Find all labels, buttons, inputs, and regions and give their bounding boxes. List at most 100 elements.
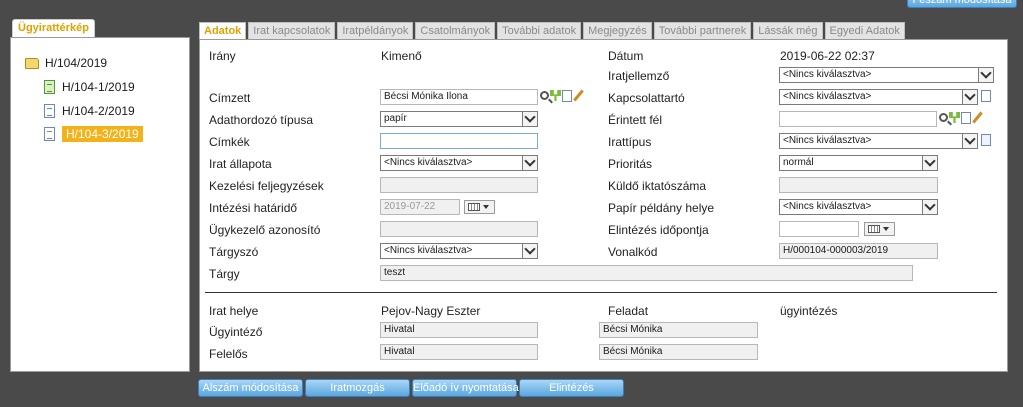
elintezes-label: Elintézés időpontja xyxy=(608,223,709,237)
calendar-picker[interactable] xyxy=(464,200,495,214)
tree-child-label: H/104-1/2019 xyxy=(62,80,135,94)
tree-body: H/104/2019 H/104-1/2019 H/104-2/2019 H/1… xyxy=(10,37,190,372)
search-icon[interactable] xyxy=(540,91,549,100)
papir-selected: <Nincs kiválasztva> xyxy=(783,201,872,212)
kezelesi-label: Kezelési feljegyzések xyxy=(209,179,324,193)
chevron-down-icon xyxy=(522,156,537,170)
tree-root-node[interactable]: H/104/2019 xyxy=(25,54,107,72)
targy-field[interactable]: teszt xyxy=(380,265,913,281)
iratjellemzo-select[interactable]: <Nincs kiválasztva> xyxy=(779,67,994,83)
kezelesi-field[interactable] xyxy=(380,177,538,193)
tab-tovabbi-partnerek[interactable]: További partnerek xyxy=(653,22,752,39)
tree-child-label: H/104-2/2019 xyxy=(62,104,135,118)
document-icon xyxy=(44,104,55,118)
felelos-field[interactable]: Hivatal xyxy=(380,344,538,360)
calendar-icon xyxy=(868,225,880,233)
ugyintezo-person-field[interactable]: Bécsi Mónika xyxy=(599,322,758,338)
divider xyxy=(205,292,997,293)
tree-icon[interactable] xyxy=(949,112,960,123)
folder-icon xyxy=(25,57,39,69)
elintezes-button[interactable]: Elintézés xyxy=(519,379,624,397)
ugykezelo-label: Ügykezelő azonosító xyxy=(209,223,321,237)
tree-child-label: H/104-3/2019 xyxy=(62,126,143,142)
tab-irat-kapcsolatok[interactable]: Irat kapcsolatok xyxy=(248,22,336,39)
prioritas-select[interactable]: normál xyxy=(779,155,938,171)
cimzett-actions xyxy=(540,89,584,102)
calendar-icon xyxy=(468,203,480,211)
irathelye-value: Pejov-Nagy Eszter xyxy=(381,304,481,318)
new-document-icon[interactable] xyxy=(562,89,572,102)
kuldo-label: Küldő iktatószáma xyxy=(608,179,707,193)
targyszo-selected: <Nincs kiválasztva> xyxy=(384,245,473,256)
targyszo-label: Tárgyszó xyxy=(209,245,259,259)
edit-icon[interactable] xyxy=(972,111,983,124)
irattipus-actions xyxy=(981,134,991,146)
targyszo-select[interactable]: <Nincs kiválasztva> xyxy=(380,243,538,259)
document-small-icon[interactable] xyxy=(981,134,991,146)
felelos-label: Felelős xyxy=(209,347,248,361)
tree-child-node-selected[interactable]: H/104-3/2019 xyxy=(44,125,143,143)
cimzett-field[interactable]: Bécsi Mónika Ilona xyxy=(380,89,538,105)
new-document-icon[interactable] xyxy=(961,111,971,124)
papir-select[interactable]: <Nincs kiválasztva> xyxy=(779,199,938,215)
irattipus-select[interactable]: <Nincs kiválasztva> xyxy=(779,133,978,149)
tree-icon[interactable] xyxy=(550,90,561,101)
kuldo-field[interactable] xyxy=(779,177,938,193)
document-green-icon xyxy=(44,80,55,94)
tree-root-label: H/104/2019 xyxy=(45,56,108,70)
tab-tovabbi-adatok[interactable]: További adatok xyxy=(497,22,582,39)
adathordozo-selected: papír xyxy=(384,113,407,124)
targy-label: Tárgy xyxy=(209,267,240,281)
felelos-person-field[interactable]: Bécsi Mónika xyxy=(599,344,758,360)
elintezes-field[interactable] xyxy=(779,221,859,237)
tree-tab[interactable]: Ügyirattérkép xyxy=(12,19,95,38)
kapcsolattarto-label: Kapcsolattartó xyxy=(608,91,685,105)
cimzett-label: Címzett xyxy=(209,91,251,105)
papir-label: Papír példány helye xyxy=(608,201,715,215)
datum-value: 2019-06-22 02:37 xyxy=(780,49,875,63)
iratjellemzo-selected: <Nincs kiválasztva> xyxy=(783,69,872,80)
chevron-down-icon xyxy=(922,200,937,214)
hatarido-field[interactable]: 2019-07-22 xyxy=(380,199,460,215)
kapcsolattarto-select[interactable]: <Nincs kiválasztva> xyxy=(779,89,978,105)
tree-panel: Ügyirattérkép H/104/2019 H/104-1/2019 H/… xyxy=(10,19,190,372)
feladat-value: ügyintézés xyxy=(780,304,838,318)
allapot-label: Irat állapota xyxy=(209,157,272,171)
prioritas-selected: normál xyxy=(783,157,814,168)
kapcsolattarto-actions xyxy=(981,90,991,102)
edit-icon[interactable] xyxy=(573,89,584,102)
chevron-down-icon xyxy=(962,90,977,104)
tree-child-node[interactable]: H/104-2/2019 xyxy=(44,102,135,120)
adathordozo-select[interactable]: papír xyxy=(380,111,538,127)
feladat-label: Feladat xyxy=(608,304,649,318)
eloado-iv-nyomtatasa-button[interactable]: Előadó ív nyomtatása xyxy=(412,379,519,397)
dropdown-arrow-icon xyxy=(483,205,489,209)
vonalkod-field[interactable]: H/000104-000003/2019 xyxy=(779,243,938,259)
top-modify-button[interactable]: Feszám módosítása xyxy=(907,0,1017,8)
alszam-modositasa-button[interactable]: Alszám módosítása xyxy=(198,379,303,397)
adathordozo-label: Adathordozó típusa xyxy=(209,113,314,127)
new-document-icon[interactable] xyxy=(981,90,991,102)
tab-csatolmanyok[interactable]: Csatolmányok xyxy=(415,22,496,39)
irathelye-label: Irat helye xyxy=(209,304,259,318)
tab-iratpeldanyok[interactable]: Iratpéldányok xyxy=(337,22,414,39)
cimkek-field[interactable] xyxy=(380,133,538,149)
allapot-select[interactable]: <Nincs kiválasztva> xyxy=(380,155,538,171)
erintett-field[interactable] xyxy=(779,111,937,127)
search-icon[interactable] xyxy=(939,113,948,122)
calendar-picker[interactable] xyxy=(864,222,895,236)
irany-label: Irány xyxy=(209,49,236,63)
ugyintezo-field[interactable]: Hivatal xyxy=(380,322,538,338)
tab-lassak-meg[interactable]: Lássák még xyxy=(753,22,823,39)
tab-egyedi-adatok[interactable]: Egyedi Adatok xyxy=(824,22,905,39)
irany-value: Kimenő xyxy=(381,49,422,63)
erintett-label: Érintett fél xyxy=(608,113,663,127)
dropdown-arrow-icon xyxy=(883,227,889,231)
iratmozgas-button[interactable]: Iratmozgás xyxy=(305,379,410,397)
tree-child-node[interactable]: H/104-1/2019 xyxy=(44,78,135,96)
tab-adatok[interactable]: Adatok xyxy=(199,22,247,40)
tab-megjegyzes[interactable]: Megjegyzés xyxy=(583,22,652,39)
ugykezelo-field[interactable] xyxy=(380,221,538,237)
chevron-down-icon xyxy=(522,112,537,126)
tab-bar: Adatok Irat kapcsolatok Iratpéldányok Cs… xyxy=(199,22,905,40)
